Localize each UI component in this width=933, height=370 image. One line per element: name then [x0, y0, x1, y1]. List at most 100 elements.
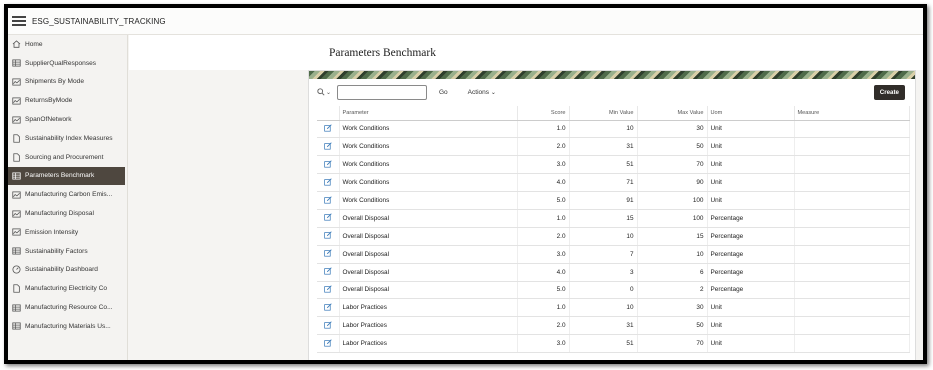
- cell-parameter: Overall Disposal: [339, 245, 518, 264]
- sidebar-item-sustainability-factors[interactable]: Sustainability Factors: [8, 242, 127, 261]
- edit-icon[interactable]: [324, 303, 332, 311]
- sidebar-item-manufacturing-disposal[interactable]: Manufacturing Disposal: [8, 204, 127, 223]
- search-column-selector[interactable]: ⌄: [317, 87, 337, 98]
- col-header-measure[interactable]: Measure: [794, 106, 910, 121]
- actions-label: Actions: [467, 89, 489, 96]
- edit-icon[interactable]: [324, 338, 332, 347]
- sidebar-item-spanofnetwork[interactable]: SpanOfNetwork: [8, 110, 127, 129]
- edit-cell: [317, 245, 340, 264]
- cell-min-value: 71: [569, 173, 638, 193]
- sidebar-item-label: Home: [25, 40, 43, 48]
- actions-menu-button[interactable]: Actions ⌄: [468, 89, 496, 96]
- edit-icon[interactable]: [324, 321, 332, 329]
- sidebar-item-label: Manufacturing Carbon Emis...: [25, 191, 113, 199]
- page-icon: [12, 134, 21, 143]
- cell-parameter: Work Conditions: [339, 120, 518, 139]
- page-icon: [12, 152, 21, 162]
- table-icon: [12, 247, 21, 255]
- cell-max-value: 10: [637, 245, 708, 264]
- edit-icon[interactable]: [324, 177, 332, 186]
- sidebar-item-manufacturing-resource-co[interactable]: Manufacturing Resource Co...: [8, 298, 127, 317]
- col-header-uom[interactable]: Uom: [707, 106, 795, 121]
- app-window: ESG_SUSTAINABILITY_TRACKING Home Supplier…: [4, 4, 927, 364]
- col-header-parameter[interactable]: Parameter: [339, 106, 518, 121]
- sidebar-item-parameters-benchmark[interactable]: Parameters Benchmark: [8, 166, 125, 186]
- search-input[interactable]: [337, 85, 427, 100]
- sidebar-item-label: SpanOfNetwork: [25, 116, 72, 124]
- edit-cell: [317, 281, 340, 300]
- col-header-max-value[interactable]: Max Value: [637, 106, 708, 121]
- page-title: Parameters Benchmark: [329, 47, 436, 59]
- table-row: Overall Disposal 2.0 10 15 Percentage: [317, 227, 910, 246]
- cell-min-value: 15: [569, 209, 638, 228]
- hamburger-menu-icon[interactable]: [12, 14, 26, 28]
- col-header-min-value[interactable]: Min Value: [569, 106, 638, 121]
- cell-max-value: 100: [637, 191, 708, 210]
- cell-parameter: Labor Practices: [339, 316, 518, 336]
- chart-icon: [12, 97, 21, 105]
- sidebar-item-shipments-by-mode[interactable]: Shipments By Mode: [8, 73, 127, 92]
- edit-icon[interactable]: [324, 142, 332, 150]
- chart-icon: [12, 78, 21, 86]
- table-row: Work Conditions 5.0 91 100 Unit: [317, 191, 910, 210]
- cell-uom: Unit: [707, 191, 795, 210]
- cell-max-value: 90: [637, 173, 708, 193]
- sidebar-item-supplierqualresponses[interactable]: SupplierQualResponses: [8, 54, 127, 73]
- edit-cell: [317, 137, 340, 157]
- sidebar-item-sustainability-index-measures[interactable]: Sustainability Index Measures: [8, 129, 127, 148]
- cell-uom: Unit: [707, 173, 795, 193]
- sidebar-item-emission-intensity[interactable]: Emission Intensity: [8, 223, 127, 242]
- cell-min-value: 51: [569, 334, 638, 354]
- sidebar-item-sourcing-and-procurement[interactable]: Sourcing and Procurement: [8, 148, 127, 167]
- sidebar-item-sustainability-dashboard[interactable]: Sustainability Dashboard: [8, 261, 127, 280]
- cell-max-value: 50: [637, 316, 708, 336]
- sidebar-item-home[interactable]: Home: [8, 35, 127, 54]
- chart-icon: [12, 191, 21, 199]
- sidebar-item-manufacturing-materials-us[interactable]: Manufacturing Materials Us...: [8, 317, 127, 336]
- cell-min-value: 3: [569, 263, 638, 282]
- sidebar-item-label: Sustainability Factors: [25, 247, 88, 255]
- sidebar-item-label: Shipments By Mode: [25, 78, 85, 86]
- cell-min-value: 0: [569, 281, 638, 300]
- edit-icon[interactable]: [324, 285, 332, 293]
- cell-max-value: 70: [637, 334, 708, 354]
- edit-icon[interactable]: [324, 195, 332, 204]
- cell-measure: [794, 245, 910, 264]
- sidebar-item-returnsbymode[interactable]: ReturnsByMode: [8, 91, 127, 110]
- cell-max-value: 50: [637, 137, 708, 157]
- cell-measure: [794, 173, 910, 193]
- sidebar-item-manufacturing-carbon-emis[interactable]: Manufacturing Carbon Emis...: [8, 185, 127, 204]
- cell-measure: [794, 120, 910, 139]
- edit-icon[interactable]: [324, 160, 332, 168]
- page-icon: [12, 284, 21, 293]
- cell-parameter: Overall Disposal: [339, 209, 518, 228]
- edit-icon[interactable]: [324, 267, 332, 275]
- table-row: Work Conditions 1.0 10 30 Unit: [317, 120, 910, 139]
- cell-parameter: Labor Practices: [339, 298, 518, 318]
- report-table: Parameter Score Min Value Max Value Uom …: [317, 106, 910, 354]
- col-header-edit: [317, 106, 340, 121]
- edit-icon[interactable]: [324, 124, 332, 132]
- cell-uom: Unit: [707, 298, 795, 318]
- edit-icon[interactable]: [324, 249, 332, 257]
- cell-parameter: Overall Disposal: [339, 281, 518, 300]
- table-icon: [12, 304, 21, 312]
- cell-score: 3.0: [517, 245, 570, 264]
- edit-cell: [317, 227, 340, 246]
- go-button[interactable]: Go: [436, 86, 451, 99]
- cell-score: 5.0: [517, 281, 570, 300]
- cell-parameter: Work Conditions: [339, 137, 518, 157]
- col-header-score[interactable]: Score: [517, 106, 570, 121]
- sidebar-item-label: SupplierQualResponses: [25, 59, 97, 67]
- cell-uom: Percentage: [707, 245, 795, 264]
- chart-icon: [12, 228, 21, 236]
- cell-parameter: Work Conditions: [339, 173, 518, 193]
- edit-icon[interactable]: [324, 231, 332, 239]
- cell-parameter: Work Conditions: [339, 155, 518, 175]
- sidebar-item-manufacturing-electricity-co[interactable]: Manufacturing Electricity Co: [8, 279, 127, 298]
- edit-icon[interactable]: [324, 213, 332, 221]
- chevron-down-icon: ⌄: [326, 90, 332, 96]
- create-button[interactable]: Create: [873, 85, 905, 100]
- table-row: Labor Practices 2.0 31 50 Unit: [317, 316, 910, 336]
- cell-min-value: 7: [569, 245, 638, 264]
